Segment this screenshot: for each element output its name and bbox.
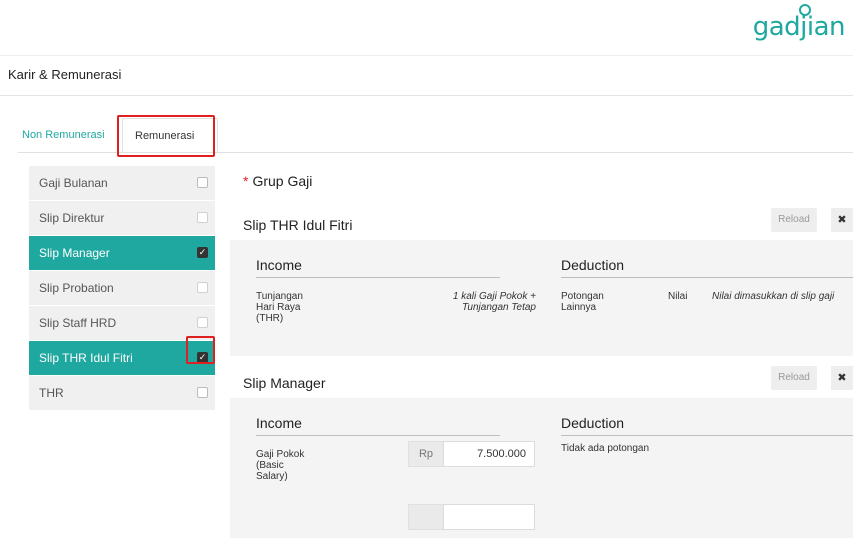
income-header: Income	[256, 415, 500, 436]
slip-thr-title: Slip THR Idul Fitri	[243, 217, 353, 233]
deduction-note: Tidak ada potongan	[561, 443, 650, 454]
slip-list: Gaji Bulanan Slip Direktur Slip Manager …	[29, 166, 215, 411]
tab-highlight-box	[117, 115, 215, 157]
checkbox-highlight-box	[186, 336, 215, 364]
top-bar: gadjian	[0, 0, 853, 56]
slip-manager-title: Slip Manager	[243, 375, 326, 391]
deduction-note: Nilai dimasukkan di slip gaji	[712, 291, 835, 302]
slip-manager-panel: Income Deduction Gaji Pokok (Basic Salar…	[230, 398, 853, 538]
slip-item-label: Slip Probation	[39, 281, 114, 295]
slip-checkbox-checked[interactable]: ✓	[197, 247, 208, 258]
income-item-name: Tunjangan Hari Raya (THR)	[256, 291, 303, 324]
close-icon[interactable]: ✖	[831, 366, 853, 390]
deduction-header: Deduction	[561, 257, 853, 278]
section-title: Karir & Remunerasi	[8, 67, 122, 82]
slip-checkbox[interactable]	[197, 387, 208, 398]
section-divider	[0, 95, 853, 96]
amount-input-next[interactable]	[443, 504, 535, 530]
slip-item-slip-direktur[interactable]: Slip Direktur	[29, 201, 215, 235]
deduction-header: Deduction	[561, 415, 853, 436]
slip-item-slip-staff-hrd[interactable]: Slip Staff HRD	[29, 306, 215, 340]
slip-item-slip-manager[interactable]: Slip Manager ✓	[29, 236, 215, 270]
reload-button[interactable]: Reload	[771, 208, 817, 232]
required-mark: *	[243, 173, 249, 189]
income-item-name: Gaji Pokok (Basic Salary)	[256, 449, 305, 482]
deduction-item-name: Potongan Lainnya	[561, 291, 604, 313]
income-header: Income	[256, 257, 500, 278]
slip-item-label: Slip Direktur	[39, 211, 105, 225]
amount-input[interactable]: 7.500.000	[443, 441, 535, 467]
slip-item-gaji-bulanan[interactable]: Gaji Bulanan	[29, 166, 215, 200]
currency-addon: Rp	[408, 441, 444, 467]
slip-checkbox[interactable]	[197, 317, 208, 328]
slip-checkbox[interactable]	[197, 177, 208, 188]
slip-checkbox[interactable]	[197, 282, 208, 293]
slip-item-label: THR	[39, 386, 64, 400]
reload-button[interactable]: Reload	[771, 366, 817, 390]
slip-item-label: Gaji Bulanan	[39, 176, 108, 190]
slip-item-label: Slip Manager	[39, 246, 110, 260]
slip-item-thr[interactable]: THR	[29, 376, 215, 410]
brand-logo[interactable]: gadjian	[753, 12, 846, 42]
tab-non-remunerasi[interactable]: Non Remunerasi	[22, 118, 105, 152]
currency-addon-next	[408, 504, 444, 530]
close-icon[interactable]: ✖	[831, 208, 853, 232]
slip-thr-panel: Income Deduction Tunjangan Hari Raya (TH…	[230, 240, 853, 356]
income-item-formula: 1 kali Gaji Pokok + Tunjangan Tetap	[452, 291, 536, 313]
grup-gaji-label: * Grup Gaji	[243, 173, 312, 189]
slip-item-label: Slip Staff HRD	[39, 316, 117, 330]
deduction-nilai-label: Nilai	[668, 291, 688, 302]
slip-item-label: Slip THR Idul Fitri	[39, 351, 133, 365]
slip-checkbox[interactable]	[197, 212, 208, 223]
slip-item-slip-probation[interactable]: Slip Probation	[29, 271, 215, 305]
grup-gaji-text: Grup Gaji	[252, 173, 313, 189]
